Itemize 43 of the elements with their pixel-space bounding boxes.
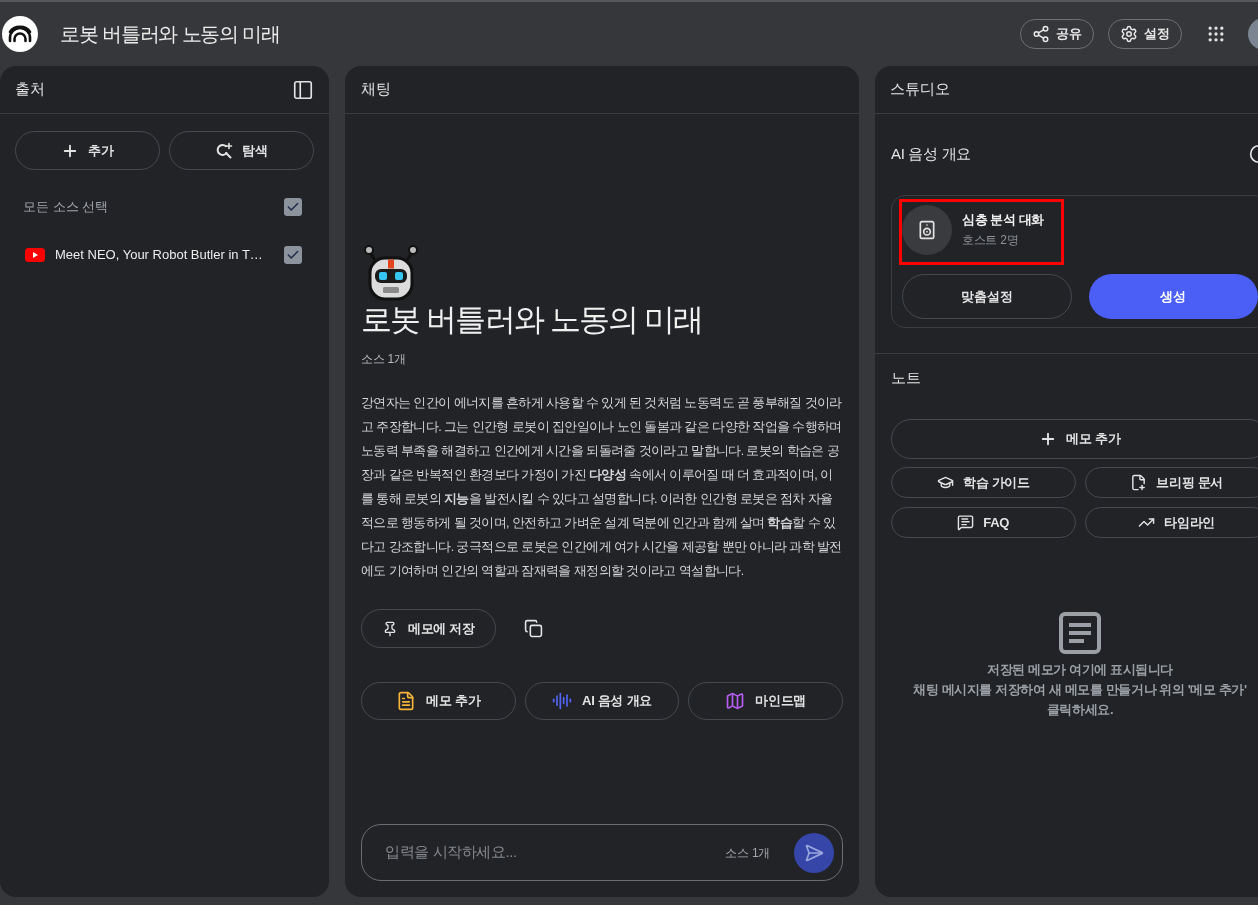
share-icon [1032, 25, 1050, 43]
input-source-count: 소스 1개 [725, 844, 770, 862]
generate-button[interactable]: 생성 [1088, 274, 1258, 319]
chat-input-box[interactable]: 입력을 시작하세요... 소스 1개 [361, 824, 843, 881]
empty-notes-title: 저장된 메모가 여기에 표시됩니다 [986, 661, 1173, 679]
notebook-title[interactable]: 로봇 버틀러와 노동의 미래 [60, 19, 280, 49]
apps-grid-icon[interactable] [1206, 24, 1226, 44]
checkmark-icon [286, 200, 300, 214]
pin-icon [382, 620, 398, 637]
checkbox[interactable] [284, 198, 302, 216]
message-lines-icon [957, 514, 975, 531]
send-button[interactable] [794, 832, 834, 873]
empty-notes-description: 채팅 메시지를 저장하여 새 메모를 만들거나 위의 '메모 추가' 클릭하세요. [913, 681, 1247, 719]
sound-wave-icon [552, 691, 573, 711]
source-count: 소스 1개 [361, 351, 407, 367]
format-title: 심층 분석 대화 [962, 211, 1045, 229]
section-title: AI 음성 개요 [891, 143, 972, 164]
document-icon [396, 691, 417, 711]
format-subtitle: 호스트 2명 [962, 232, 1020, 249]
panel-title: 스튜디오 [890, 79, 950, 100]
panel-title: 채팅 [361, 79, 391, 100]
chat-heading: 로봇 버틀러와 노동의 미래 [361, 301, 704, 339]
search-sparkle-icon [215, 141, 233, 160]
graduation-cap-icon [936, 474, 954, 491]
panel-title: 출처 [15, 79, 45, 100]
summary-text: 강연자는 인간이 에너지를 흔하게 사용할 수 있게 된 것처럼 노동력도 곧 풍부해질 것이라고 주장합니다. 그는 인간형 로봇이 집안일이나 노인 돌봄과 같은 다양한 작업을 수행하며 노동력 부족을 해결하고 인간에게 시간을 되돌려줄 것이라고 말합니다. 로봇의 학습은 공장과 같은 반복적인 환경보다 가정이 가진 다양성 속에서 이루어질 때 더 효과적이며, 이를 통해 로봇의 지능을 발전시킬 수 있다고 설명합니다. 이러한 인간형 로봇은 점차 자율적으로 행동하게 될 것이며, 안전하고 가벼운 설계 덕분에 인간과 함께 살며 학습할 수 있다고 강조합니다. 궁극적으로 로봇은 인간에게 여가 시간을 제공할 뿐만 아니라 과학 발전에도 기여하며 인간의 역할과 잠재력을 재정의할 것이라고 역설합니다. [361, 395, 843, 580]
select-all-label: 모든 소스 선택 [23, 198, 109, 217]
robot-icon [361, 244, 421, 301]
arches-logo-icon[interactable] [2, 16, 38, 52]
note-lines-icon [1059, 612, 1101, 654]
gear-icon [1120, 25, 1138, 43]
document-plus-icon [1130, 474, 1148, 491]
map-icon [725, 691, 746, 711]
chat-input-field[interactable]: 입력을 시작하세요... [385, 841, 716, 864]
play-button-icon [25, 248, 45, 262]
checkbox[interactable] [284, 246, 302, 264]
copy-icon[interactable] [523, 619, 543, 638]
send-icon [804, 842, 824, 863]
source-title[interactable]: Meet NEO, Your Robot Butler in T… [55, 245, 263, 265]
sidebar-panel-icon[interactable] [292, 78, 314, 101]
checkmark-icon [286, 248, 300, 262]
section-title: 노트 [891, 367, 921, 388]
speaker-icon [902, 205, 952, 255]
